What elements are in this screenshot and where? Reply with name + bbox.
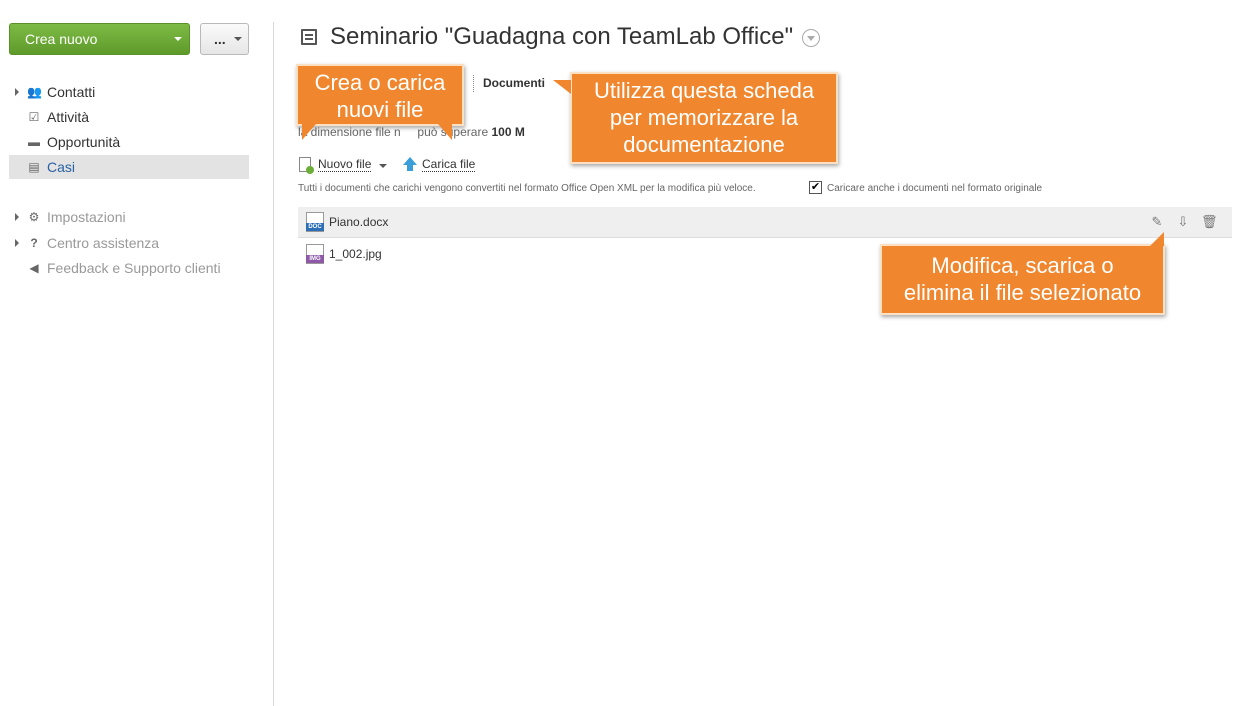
contacts-icon: 👥 (27, 85, 42, 99)
sidebar-item-label: Feedback e Supporto clienti (47, 260, 221, 276)
sidebar-item-label: Attività (47, 109, 90, 125)
expand-arrow-icon[interactable] (15, 88, 19, 96)
more-actions-button[interactable]: ... (200, 23, 249, 55)
checkbox-icon: ☑ (28, 110, 40, 124)
case-icon (301, 29, 317, 45)
sidebar-divider (273, 22, 274, 706)
sidebar-item-help-center[interactable]: ? Centro assistenza (9, 231, 249, 255)
file-name[interactable]: Piano.docx (329, 215, 388, 229)
chevron-down-icon (174, 37, 182, 41)
sidebar-item-settings[interactable]: ⚙ Impostazioni (9, 205, 249, 229)
sidebar-item-label: Casi (47, 159, 76, 175)
docx-file-icon: DOC (306, 212, 324, 232)
upload-arrow-icon (403, 157, 417, 171)
file-name[interactable]: 1_002.jpg (329, 247, 382, 261)
title-menu-toggle-icon[interactable] (802, 29, 820, 47)
callout-file-actions: Modifica, scarica o elimina il file sele… (880, 244, 1165, 315)
sidebar-item-label: Impostazioni (47, 209, 126, 225)
create-new-label: Crea nuovo (25, 31, 98, 47)
megaphone-icon: ◀ (29, 261, 39, 275)
sidebar-item-label: Opportunità (47, 134, 121, 150)
keep-original-label: Caricare anche i documenti nel formato o… (827, 183, 1043, 194)
trash-icon[interactable]: 🗑 (1201, 214, 1218, 230)
size-note-value: 100 M (491, 125, 525, 139)
sidebar-item-tasks[interactable]: ☑ Attività (9, 105, 249, 129)
more-actions-label: ... (214, 31, 226, 47)
calendar-icon: ▤ (28, 160, 40, 174)
size-note-middle: può superare (417, 125, 489, 139)
sidebar-item-feedback[interactable]: ◀ Feedback e Supporto clienti (9, 256, 249, 280)
briefcase-icon: ▬ (28, 135, 40, 149)
page-title: Seminario "Guadagna con TeamLab Office" (330, 23, 794, 50)
file-type-tag: DOC (306, 223, 324, 231)
new-file-icon (299, 157, 314, 174)
upload-file-link[interactable]: Carica file (422, 157, 476, 172)
tab-documents[interactable]: Documenti (483, 76, 545, 90)
expand-arrow-icon[interactable] (15, 239, 19, 247)
question-icon: ? (30, 236, 38, 250)
file-type-tag: IMG (306, 255, 324, 263)
conversion-note: Tutti i documenti che carichi vengono co… (298, 183, 756, 194)
callout-tail (438, 124, 452, 140)
callout-create-upload: Crea o carica nuovi file (296, 64, 464, 126)
chevron-down-icon (234, 37, 242, 41)
download-icon[interactable]: ⇩ (1175, 214, 1191, 230)
sidebar-item-label: Contatti (47, 84, 96, 100)
edit-pencil-icon[interactable]: ✎ (1149, 214, 1165, 230)
gear-icon: ⚙ (28, 210, 40, 224)
chevron-down-icon[interactable] (379, 164, 387, 168)
new-file-link[interactable]: Nuovo file (318, 157, 372, 172)
keep-original-checkbox[interactable]: ✔ (809, 181, 822, 194)
sidebar: Crea nuovo ... 👥 Contatti ☑ Attività ▬ O… (0, 0, 260, 706)
image-file-icon: IMG (306, 244, 324, 264)
create-new-button[interactable]: Crea nuovo (9, 23, 190, 55)
callout-tail (553, 80, 571, 94)
file-row[interactable]: DOC Piano.docx ✎ ⇩ 🗑 (298, 207, 1232, 238)
sidebar-item-contacts[interactable]: 👥 Contatti (9, 80, 249, 104)
tab-separator (473, 75, 474, 92)
file-size-note: la dimensione file n può superare 100 M (298, 125, 525, 139)
callout-tail (302, 124, 316, 140)
sidebar-item-label: Centro assistenza (47, 235, 160, 251)
expand-arrow-icon[interactable] (15, 213, 19, 221)
callout-tail (1150, 232, 1164, 246)
sidebar-item-opportunities[interactable]: ▬ Opportunità (9, 130, 249, 154)
callout-documents-tab: Utilizza questa scheda per memorizzare l… (570, 72, 838, 164)
sidebar-item-cases[interactable]: ▤ Casi (9, 155, 249, 179)
